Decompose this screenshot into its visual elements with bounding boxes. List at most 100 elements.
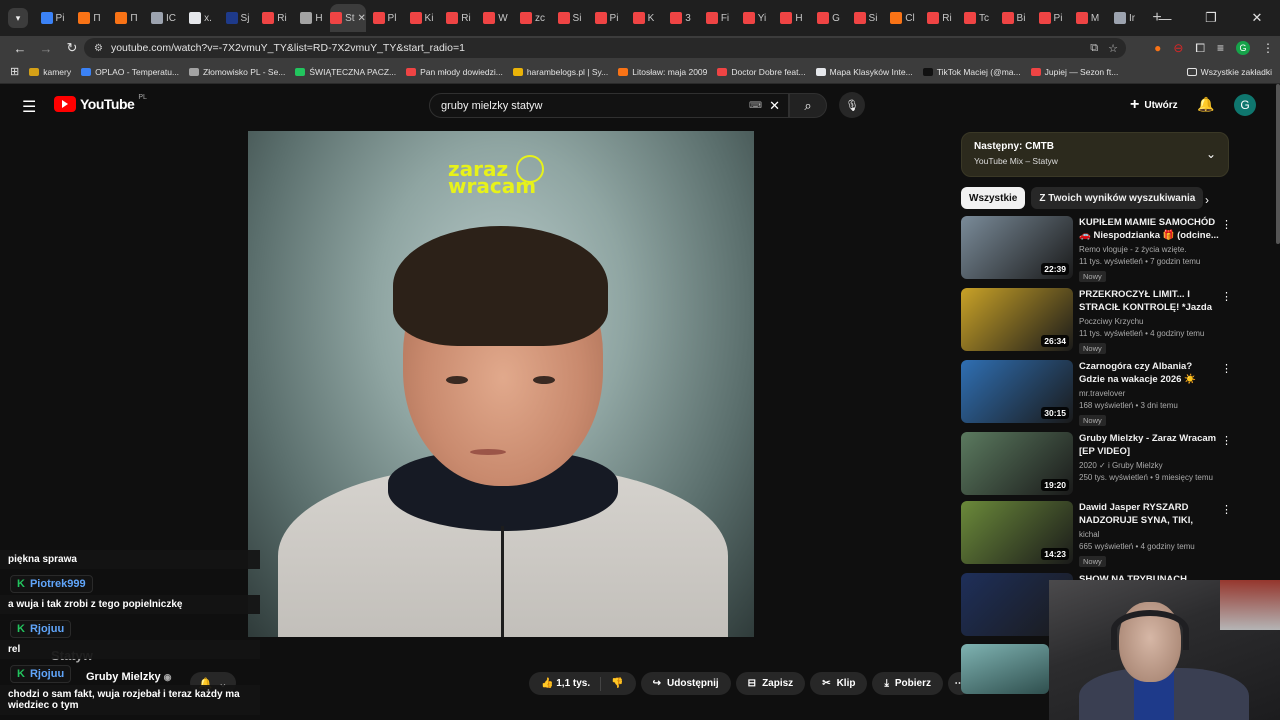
browser-tab[interactable]: Ri [440, 4, 477, 32]
adblock-icon[interactable]: ⊖ [1173, 41, 1183, 55]
recommendation-thumbnail[interactable]: 14:23 [961, 501, 1073, 564]
more-options-icon[interactable]: ⋮ [1221, 434, 1232, 447]
browser-tab[interactable]: K [625, 4, 662, 32]
page-scrollbar[interactable] [1276, 84, 1280, 244]
tab-search-button[interactable]: ▾ [8, 8, 28, 28]
apps-grid-icon[interactable]: ⊞ [10, 65, 19, 78]
bookmark-item[interactable]: Doctor Dobre feat... [717, 67, 806, 77]
bookmark-item[interactable]: Jupiej — Sezon ft... [1030, 67, 1118, 77]
recommendation-item[interactable]: 14:23 Dawid Jasper RYSZARD NADZORUJE SYNA… [961, 501, 1261, 567]
clip-button[interactable]: ✂ Klip [810, 672, 868, 695]
recommendation-channel[interactable]: kichal [1079, 530, 1219, 539]
browser-tab[interactable]: Cl [884, 4, 921, 32]
restore-button[interactable]: ❐ [1188, 0, 1234, 36]
bookmark-item[interactable]: OPLAO - Temperatu... [81, 67, 179, 77]
browser-tab[interactable]: Bi [995, 4, 1032, 32]
browser-tab[interactable]: St ✕ [330, 4, 366, 32]
browser-tab[interactable]: Fi [699, 4, 736, 32]
recommendation-item[interactable]: 26:34 PRZEKROCZYŁ LIMIT... I STRACIŁ KONT… [961, 288, 1261, 354]
menu-icon[interactable]: ☰ [22, 97, 36, 117]
recommendation-channel[interactable]: Poczciwy Krzychu [1079, 317, 1219, 326]
browser-tab[interactable]: 3 [662, 4, 699, 32]
save-button[interactable]: ⊟ Zapisz [735, 672, 806, 695]
youtube-logo[interactable]: YouTube PL [54, 94, 147, 112]
browser-tab[interactable]: H [293, 4, 330, 32]
extensions-puzzle-icon[interactable]: ⧠ [1195, 41, 1205, 56]
bookmark-item[interactable]: Pan młody dowiedzi... [406, 67, 503, 77]
install-app-icon[interactable]: ⧉ [1090, 42, 1098, 55]
account-avatar[interactable]: G [1234, 94, 1256, 116]
reload-button[interactable]: ↻ [60, 40, 84, 56]
download-button[interactable]: ⤓ Pobierz [872, 672, 944, 695]
recommendation-item[interactable]: 30:15 Czarnogóra czy Albania? Gdzie na wa… [961, 360, 1261, 426]
profile-avatar[interactable]: G [1236, 41, 1250, 55]
recommendation-title[interactable]: Czarnogóra czy Albania? Gdzie na wakacje… [1079, 360, 1219, 386]
browser-tab[interactable]: Ki [403, 4, 440, 32]
bookmark-item[interactable]: TikTok Maciej (@ma... [922, 67, 1021, 77]
search-input[interactable]: gruby mielzky statyw ⌨ ✕ [429, 93, 789, 118]
video-frame[interactable]: zaraz wracam [248, 131, 754, 637]
voice-search-button[interactable]: 🎙 [839, 92, 865, 118]
browser-tab[interactable]: IC [145, 4, 182, 32]
recommendation-thumbnail-partial[interactable] [961, 644, 1049, 694]
more-options-icon[interactable]: ⋮ [1221, 218, 1232, 231]
filter-chip[interactable]: Z Twoich wyników wyszukiwania [1031, 187, 1204, 209]
close-tab-icon[interactable]: ✕ [358, 13, 366, 24]
browser-menu-icon[interactable]: ⋮ [1262, 41, 1274, 55]
bookmark-item[interactable]: Mapa Klasyków Inte... [815, 67, 913, 77]
browser-tab[interactable]: x. [182, 4, 219, 32]
browser-tab[interactable]: П [108, 4, 145, 32]
minimize-button[interactable]: — [1142, 0, 1188, 36]
extension-icon[interactable]: ● [1154, 41, 1161, 55]
filter-chip[interactable]: Wszystkie [961, 187, 1026, 209]
browser-tab[interactable]: G [810, 4, 847, 32]
browser-tab[interactable]: Pi [34, 4, 71, 32]
browser-tab[interactable]: Si [551, 4, 588, 32]
keyboard-icon[interactable]: ⌨ [749, 100, 762, 111]
address-bar[interactable]: ⚙ youtube.com/watch?v=-7X2vmuY_TY&list=R… [84, 38, 1126, 58]
recommendation-item[interactable]: 19:20 Gruby Mielzky - Zaraz Wracam [EP VI… [961, 432, 1261, 498]
site-info-icon[interactable]: ⚙ [94, 43, 103, 54]
dislike-button[interactable]: 👎 [611, 678, 623, 689]
bookmark-item[interactable]: Litosław: maja 2009 [618, 67, 707, 77]
chevron-right-icon[interactable]: › [1205, 193, 1209, 207]
recommendation-title[interactable]: KUPIŁEM MAMIE SAMOCHÓD 🚗 Niespodzianka 🎁… [1079, 216, 1219, 242]
close-window-button[interactable]: ✕ [1234, 0, 1280, 36]
browser-tab[interactable]: Ir [1106, 4, 1143, 32]
search-button[interactable]: ⌕ [789, 93, 827, 118]
create-button[interactable]: + Utwórz [1120, 94, 1188, 116]
reading-list-icon[interactable]: ≡ [1217, 41, 1224, 55]
forward-button[interactable]: → [34, 41, 58, 56]
recommendation-title[interactable]: PRZEKROCZYŁ LIMIT... I STRACIŁ KONTROLĘ!… [1079, 288, 1219, 314]
recommendation-thumbnail[interactable]: 22:39 [961, 216, 1073, 279]
browser-tab[interactable]: Pi [588, 4, 625, 32]
more-options-icon[interactable]: ⋮ [1221, 290, 1232, 303]
all-bookmarks-folder[interactable]: Wszystkie zakładki [1186, 60, 1272, 84]
recommendation-channel[interactable]: 2020 ✓ i Gruby Mielzky [1079, 461, 1219, 470]
chevron-down-icon[interactable]: ⌄ [1206, 147, 1216, 161]
browser-tab[interactable]: M [1069, 4, 1106, 32]
bookmark-item[interactable]: kamery [29, 67, 71, 77]
browser-tab[interactable]: Yi [736, 4, 773, 32]
recommendation-item[interactable]: 22:39 KUPIŁEM MAMIE SAMOCHÓD 🚗 Niespodzia… [961, 216, 1261, 282]
more-options-icon[interactable]: ⋮ [1221, 362, 1232, 375]
browser-tab[interactable]: Sj [219, 4, 256, 32]
browser-tab[interactable]: Ri [256, 4, 293, 32]
mix-playlist-panel[interactable]: Następny: CMTB YouTube Mix – Statyw ⌄ [961, 132, 1229, 177]
recommendation-thumbnail[interactable]: 26:34 [961, 288, 1073, 351]
more-options-icon[interactable]: ⋮ [1221, 503, 1232, 516]
bookmark-item[interactable]: ŚWIĄTECZNA PACZ... [295, 67, 396, 77]
browser-tab[interactable]: W [477, 4, 514, 32]
browser-tab[interactable]: Tc [958, 4, 995, 32]
browser-tab[interactable]: Pl [366, 4, 403, 32]
bookmark-item[interactable]: Złomowisko PL - Se... [189, 67, 285, 77]
recommendation-thumbnail[interactable]: 30:15 [961, 360, 1073, 423]
clear-search-icon[interactable]: ✕ [769, 98, 780, 114]
like-button[interactable]: 👍 1,1 tys. [541, 678, 590, 689]
share-button[interactable]: ↪ Udostępnij [640, 672, 731, 695]
browser-tab[interactable]: Pi [1032, 4, 1069, 32]
recommendation-title[interactable]: Dawid Jasper RYSZARD NADZORUJE SYNA, TIK… [1079, 501, 1219, 527]
bookmark-star-icon[interactable]: ☆ [1108, 42, 1118, 55]
recommendation-title[interactable]: Gruby Mielzky - Zaraz Wracam [EP VIDEO] [1079, 432, 1219, 458]
bookmark-item[interactable]: harambelogs.pl | Sy... [512, 67, 608, 77]
